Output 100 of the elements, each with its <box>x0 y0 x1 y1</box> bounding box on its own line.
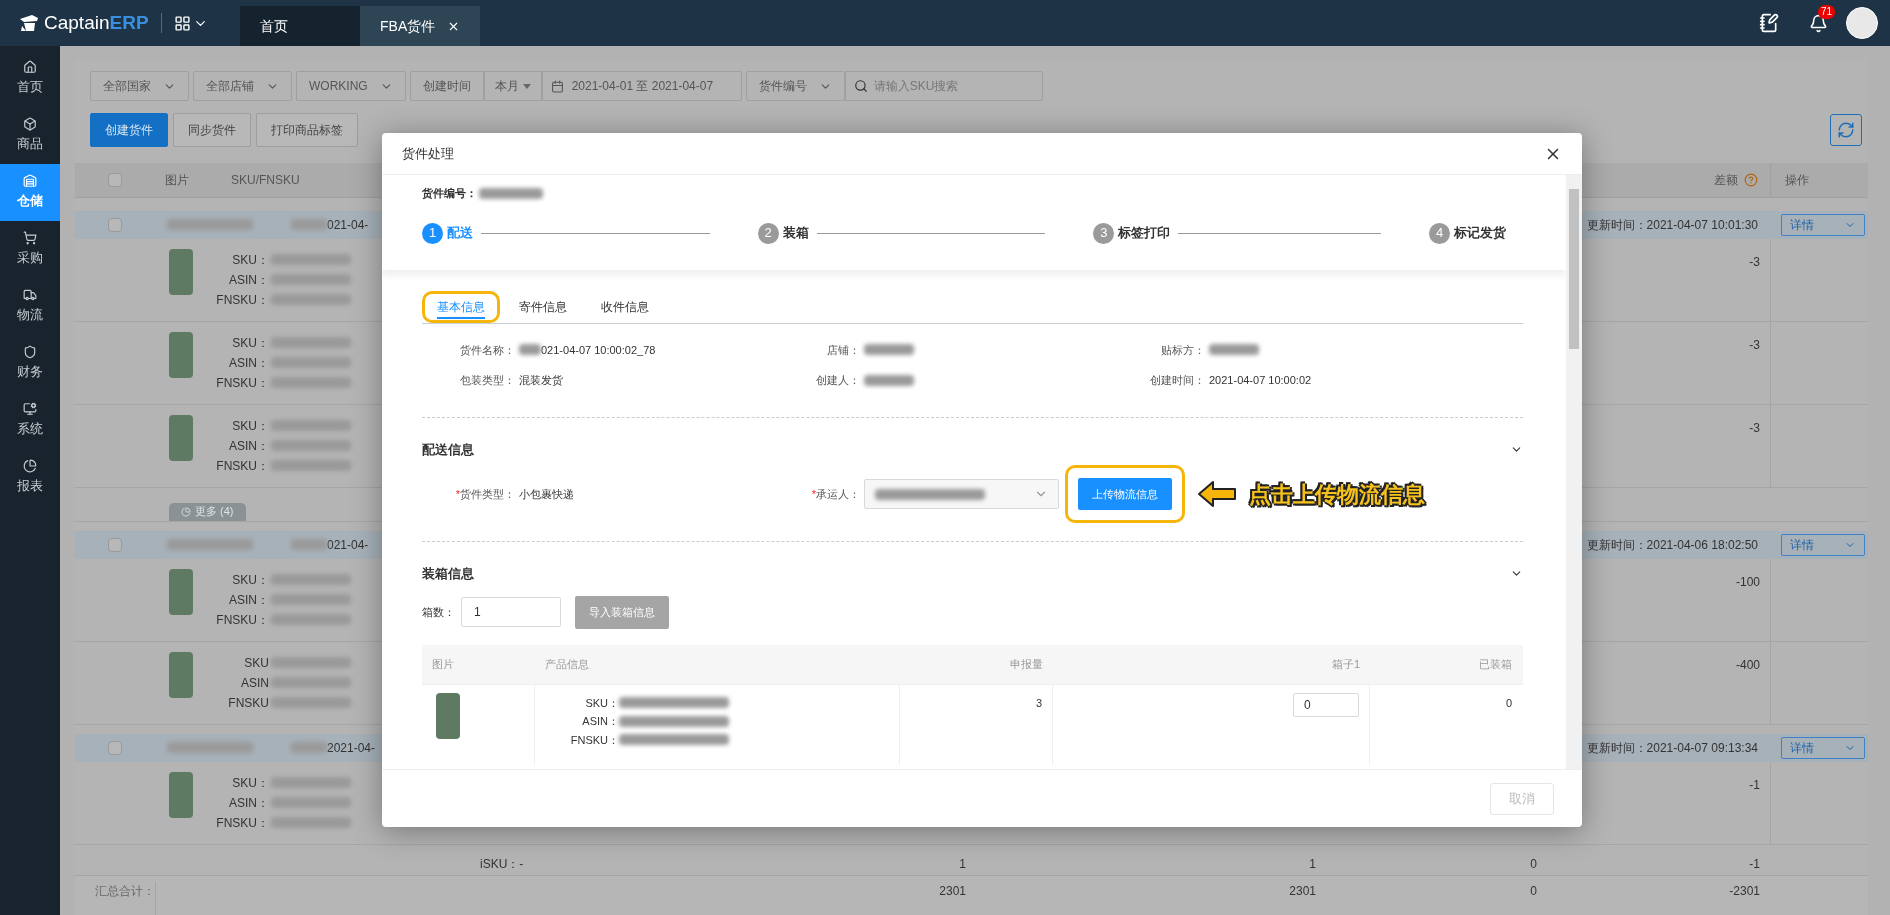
sidebar-item[interactable]: 系统 <box>0 392 60 449</box>
column-header: 差额 <box>1714 171 1738 189</box>
logistics-icon <box>23 288 37 303</box>
total-value: -2301 <box>1729 883 1760 898</box>
required-mark: * <box>811 486 816 502</box>
column-header: 图片 <box>431 656 455 672</box>
blurred-text <box>291 539 327 550</box>
field-label: FNSKU <box>227 694 269 712</box>
difference-value: -3 <box>1749 336 1760 354</box>
scrollbar[interactable] <box>1566 175 1582 769</box>
product-photo <box>436 692 460 739</box>
filter-select[interactable]: 全部国家 <box>90 71 189 101</box>
field-label: FNSKU： <box>215 611 269 629</box>
product-icon <box>23 117 37 132</box>
field-label: FNSKU： <box>569 732 619 748</box>
notes-icon[interactable] <box>1759 13 1779 33</box>
box-quantity-field[interactable]: 0 <box>1293 692 1359 717</box>
info-tab[interactable]: 寄件信息 <box>504 290 582 323</box>
toolbar-button[interactable]: 同步货件 <box>173 113 251 147</box>
step-label[interactable]: 标签打印 <box>1118 223 1171 243</box>
quantity-value: 1 <box>1309 856 1316 871</box>
warehouse-icon <box>23 174 37 189</box>
difference-value: -100 <box>1735 573 1760 591</box>
field-value: 小包裹快递 <box>519 486 574 502</box>
step-label[interactable]: 装箱 <box>782 223 809 243</box>
info-label: 包装类型： <box>459 373 515 388</box>
details-dropdown[interactable]: 详情 <box>1781 736 1865 759</box>
refresh-button[interactable] <box>1830 114 1862 146</box>
page-tab[interactable]: FBA货件 <box>360 6 480 46</box>
toolbar-button[interactable]: 创建货件 <box>90 113 168 147</box>
field-label: SKU： <box>231 417 269 435</box>
carrier-select[interactable] <box>864 479 1059 509</box>
updated-time: 更新时间：2021-04-07 09:13:34 <box>1586 739 1758 757</box>
sidebar-item[interactable]: 财务 <box>0 335 60 392</box>
step-label[interactable]: 配送 <box>447 223 473 243</box>
total-value: 0 <box>1530 883 1537 898</box>
sidebar-item[interactable]: 物流 <box>0 278 60 335</box>
step-number: 4 <box>1429 222 1450 244</box>
sidebar-item[interactable]: 仓储 <box>0 164 60 221</box>
home-icon <box>23 60 37 75</box>
details-dropdown[interactable]: 详情 <box>1781 533 1865 556</box>
checkbox[interactable] <box>108 537 122 552</box>
updated-time: 更新时间：2021-04-07 10:01:30 <box>1586 216 1758 234</box>
sidebar-item[interactable]: 采购 <box>0 221 60 278</box>
checkbox[interactable] <box>108 172 122 187</box>
column-header: 图片 <box>165 171 189 189</box>
box-count-field[interactable]: 1 <box>461 597 561 627</box>
search-input[interactable]: 请输入SKU搜索 <box>873 77 1034 95</box>
info-tab[interactable]: 基本信息 <box>422 290 500 323</box>
product-photo <box>169 414 193 461</box>
date-range-field[interactable]: 2021-04-01 至 2021-04-07 <box>541 71 742 101</box>
toolbar-button[interactable]: 打印商品标签 <box>256 113 358 147</box>
upload-logistics-button[interactable]: 上传物流信息 <box>1078 478 1172 510</box>
sidebar-item[interactable]: 商品 <box>0 107 60 164</box>
column-header: 申报量 <box>1009 656 1044 672</box>
dialog-title: 货件处理 <box>402 144 454 163</box>
caret-icon <box>522 83 531 89</box>
field-label: ASIN： <box>228 437 269 455</box>
info-label: 货件名称： <box>459 342 515 358</box>
field-label: SKU： <box>231 334 269 352</box>
product-photo <box>169 331 193 378</box>
difference-value: -400 <box>1735 656 1760 674</box>
filter-select[interactable]: 货件编号 <box>745 71 845 101</box>
info-tab[interactable]: 收件信息 <box>586 290 664 323</box>
step-number: 1 <box>422 222 443 244</box>
details-dropdown[interactable]: 详情 <box>1781 213 1865 236</box>
field-label: SKU： <box>584 695 619 711</box>
period-dropdown[interactable]: 本月 <box>483 71 542 101</box>
field-label: 承运人： <box>816 486 860 502</box>
refresh-icon <box>1837 121 1855 139</box>
info-label: 店铺： <box>826 342 860 358</box>
finance-icon <box>23 345 37 360</box>
quantity-value: -1 <box>1749 856 1760 871</box>
column-header: 操作 <box>1785 171 1809 189</box>
info-label: 创建人： <box>815 373 860 388</box>
sku-text: iSKU：- <box>480 856 524 871</box>
required-mark: * <box>455 486 460 502</box>
checkbox[interactable] <box>108 217 122 232</box>
difference-value: -3 <box>1749 253 1760 271</box>
step-label[interactable]: 标记发货 <box>1454 223 1506 243</box>
avatar[interactable] <box>1846 7 1878 39</box>
notification-icon[interactable] <box>1809 13 1828 33</box>
info-value: 混装发货 <box>519 373 563 388</box>
column-header: 箱子1 <box>1330 656 1361 672</box>
info-label: 创建时间： <box>1149 373 1205 388</box>
search-field[interactable]: 请输入SKU搜索 <box>844 71 1043 101</box>
updated-time: 更新时间：2021-04-06 18:02:50 <box>1586 536 1758 554</box>
sidebar-item[interactable]: 报表 <box>0 449 60 506</box>
sidebar-item[interactable]: 首页 <box>0 50 60 107</box>
field-label: FNSKU： <box>215 291 269 309</box>
page-tab[interactable]: 首页 <box>240 6 360 46</box>
checkbox[interactable] <box>108 740 122 755</box>
filter-select[interactable]: 全部店铺 <box>193 71 292 101</box>
difference-value: -1 <box>1749 776 1760 794</box>
field-label: ASIN <box>240 674 269 692</box>
notification-count: 71 <box>1818 4 1836 19</box>
filter-select[interactable]: WORKING <box>296 71 406 101</box>
chart-icon <box>181 506 191 517</box>
section-title: 配送信息 <box>422 440 474 459</box>
app-grid-menu[interactable] <box>173 14 208 32</box>
